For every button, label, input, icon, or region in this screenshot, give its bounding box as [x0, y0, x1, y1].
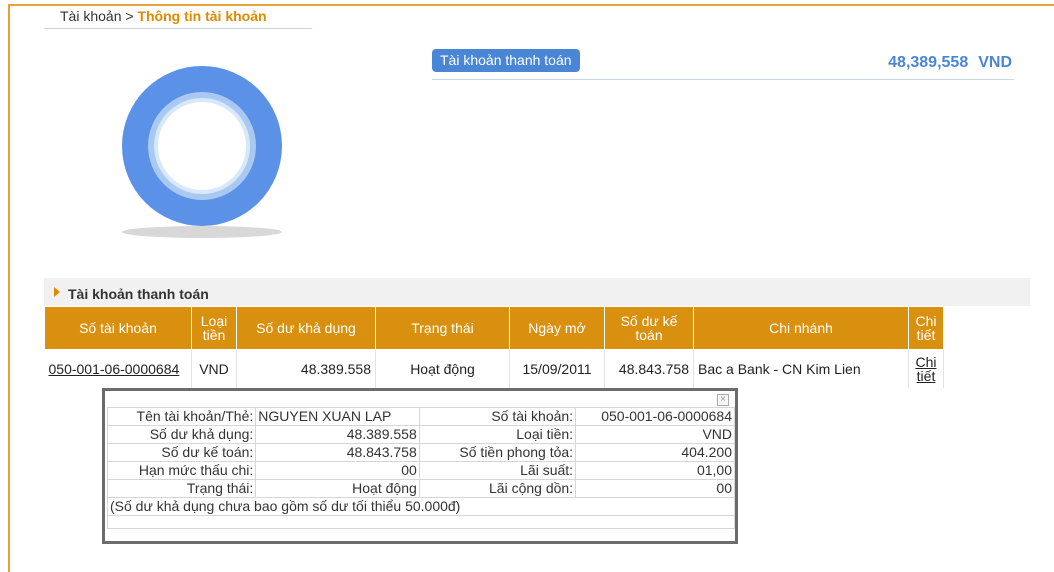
col-detail: Chi tiết — [908, 306, 944, 350]
col-open-date: Ngày mở — [509, 306, 605, 350]
breadcrumb-current: Thông tin tài khoản — [137, 8, 267, 24]
triangle-right-icon — [54, 287, 60, 297]
detail-value: 48.389.558 — [255, 425, 420, 444]
detail-note: (Số dư khả dụng chưa bao gồm số dư tối t… — [107, 497, 735, 516]
col-detail-line2: tiết — [916, 327, 936, 343]
detail-value: 050-001-06-0000684 — [575, 407, 735, 426]
breadcrumb-root[interactable]: Tài khoản — [60, 8, 121, 24]
detail-row: Trạng thái: Hoạt động Lãi cộng dồn: 00 — [106, 479, 735, 498]
row-detail-line2[interactable]: tiết — [917, 368, 936, 384]
detail-row: Hạn mức thấu chi: 00 Lãi suất: 01,00 — [106, 461, 735, 480]
detail-label: Số dư kế toán: — [106, 443, 257, 462]
breadcrumb: Tài khoản > Thông tin tài khoản — [60, 8, 267, 24]
account-balance-currency: VND — [978, 54, 1012, 71]
detail-label: Trạng thái: — [106, 479, 257, 498]
row-detail-link[interactable]: Chi tiết — [908, 349, 944, 388]
detail-row: Tên tài khoản/Thẻ: NGUYEN XUAN LAP Số tà… — [106, 407, 735, 426]
account-balance-value: 48,389,558 — [888, 54, 969, 71]
table-row[interactable]: 050-001-06-0000684 VND 48.389.558 Hoạt đ… — [44, 349, 944, 388]
account-balance: 48,389,558 VND — [888, 54, 1012, 72]
row-open-date: 15/09/2011 — [509, 349, 605, 388]
col-available: Số dư khả dụng — [236, 306, 376, 350]
detail-value: VND — [575, 425, 735, 444]
section-title: Tài khoản thanh toán — [68, 286, 209, 302]
col-status: Trạng thái — [375, 306, 510, 350]
row-status: Hoạt động — [375, 349, 510, 388]
detail-label: Loại tiền: — [418, 425, 577, 444]
account-type-badge[interactable]: Tài khoản thanh toán — [432, 49, 580, 72]
detail-label: Lãi suất: — [418, 461, 577, 480]
close-icon[interactable]: × — [717, 394, 729, 406]
row-branch: Bac a Bank - CN Kim Lien — [693, 349, 909, 388]
balance-donut-chart — [122, 66, 282, 238]
col-currency-line2: tiền — [202, 327, 226, 343]
detail-value: 404.200 — [575, 443, 735, 462]
col-branch: Chi nhánh — [693, 306, 909, 350]
detail-value: 01,00 — [575, 461, 735, 480]
breadcrumb-separator: > — [125, 8, 134, 24]
account-detail-popup: × Tên tài khoản/Thẻ: NGUYEN XUAN LAP Số … — [102, 388, 738, 544]
account-detail-table: Tên tài khoản/Thẻ: NGUYEN XUAN LAP Số tà… — [106, 407, 735, 529]
detail-label: Số tài khoản: — [418, 407, 577, 426]
col-ledger-line2: toán — [635, 327, 663, 343]
detail-label: Tên tài khoản/Thẻ: — [106, 407, 257, 426]
detail-value: 48.843.758 — [255, 443, 420, 462]
row-ledger: 48.843.758 — [604, 349, 694, 388]
section-header: Tài khoản thanh toán — [44, 278, 1030, 306]
donut-hole — [158, 102, 246, 190]
row-account-no[interactable]: 050-001-06-0000684 — [44, 349, 192, 388]
detail-note-row: (Số dư khả dụng chưa bao gồm số dư tối t… — [107, 497, 735, 516]
detail-row: Số dư khả dụng: 48.389.558 Loại tiền: VN… — [106, 425, 735, 444]
detail-label: Hạn mức thấu chi: — [106, 461, 257, 480]
detail-label: Lãi cộng dồn: — [418, 479, 577, 498]
col-ledger: Số dư kế toán — [604, 306, 694, 350]
detail-value: Hoạt động — [255, 479, 420, 498]
detail-label: Số tiền phong tỏa: — [418, 443, 577, 462]
col-currency: Loại tiền — [191, 306, 237, 350]
detail-blank-row — [107, 515, 735, 529]
col-account-no: Số tài khoản — [44, 306, 192, 350]
row-available: 48.389.558 — [236, 349, 376, 388]
account-summary-divider — [432, 79, 1014, 80]
accounts-table: Số tài khoản Loại tiền Số dư khả dụng Trạ… — [44, 306, 944, 388]
row-currency: VND — [191, 349, 237, 388]
detail-value: 00 — [575, 479, 735, 498]
detail-label: Số dư khả dụng: — [106, 425, 257, 444]
table-header-row: Số tài khoản Loại tiền Số dư khả dụng Trạ… — [44, 306, 944, 350]
detail-blank — [107, 515, 735, 529]
detail-value: 00 — [255, 461, 420, 480]
detail-value: NGUYEN XUAN LAP — [255, 407, 420, 426]
breadcrumb-divider — [44, 28, 312, 29]
detail-row: Số dư kế toán: 48.843.758 Số tiền phong … — [106, 443, 735, 462]
donut-shadow — [122, 226, 282, 238]
